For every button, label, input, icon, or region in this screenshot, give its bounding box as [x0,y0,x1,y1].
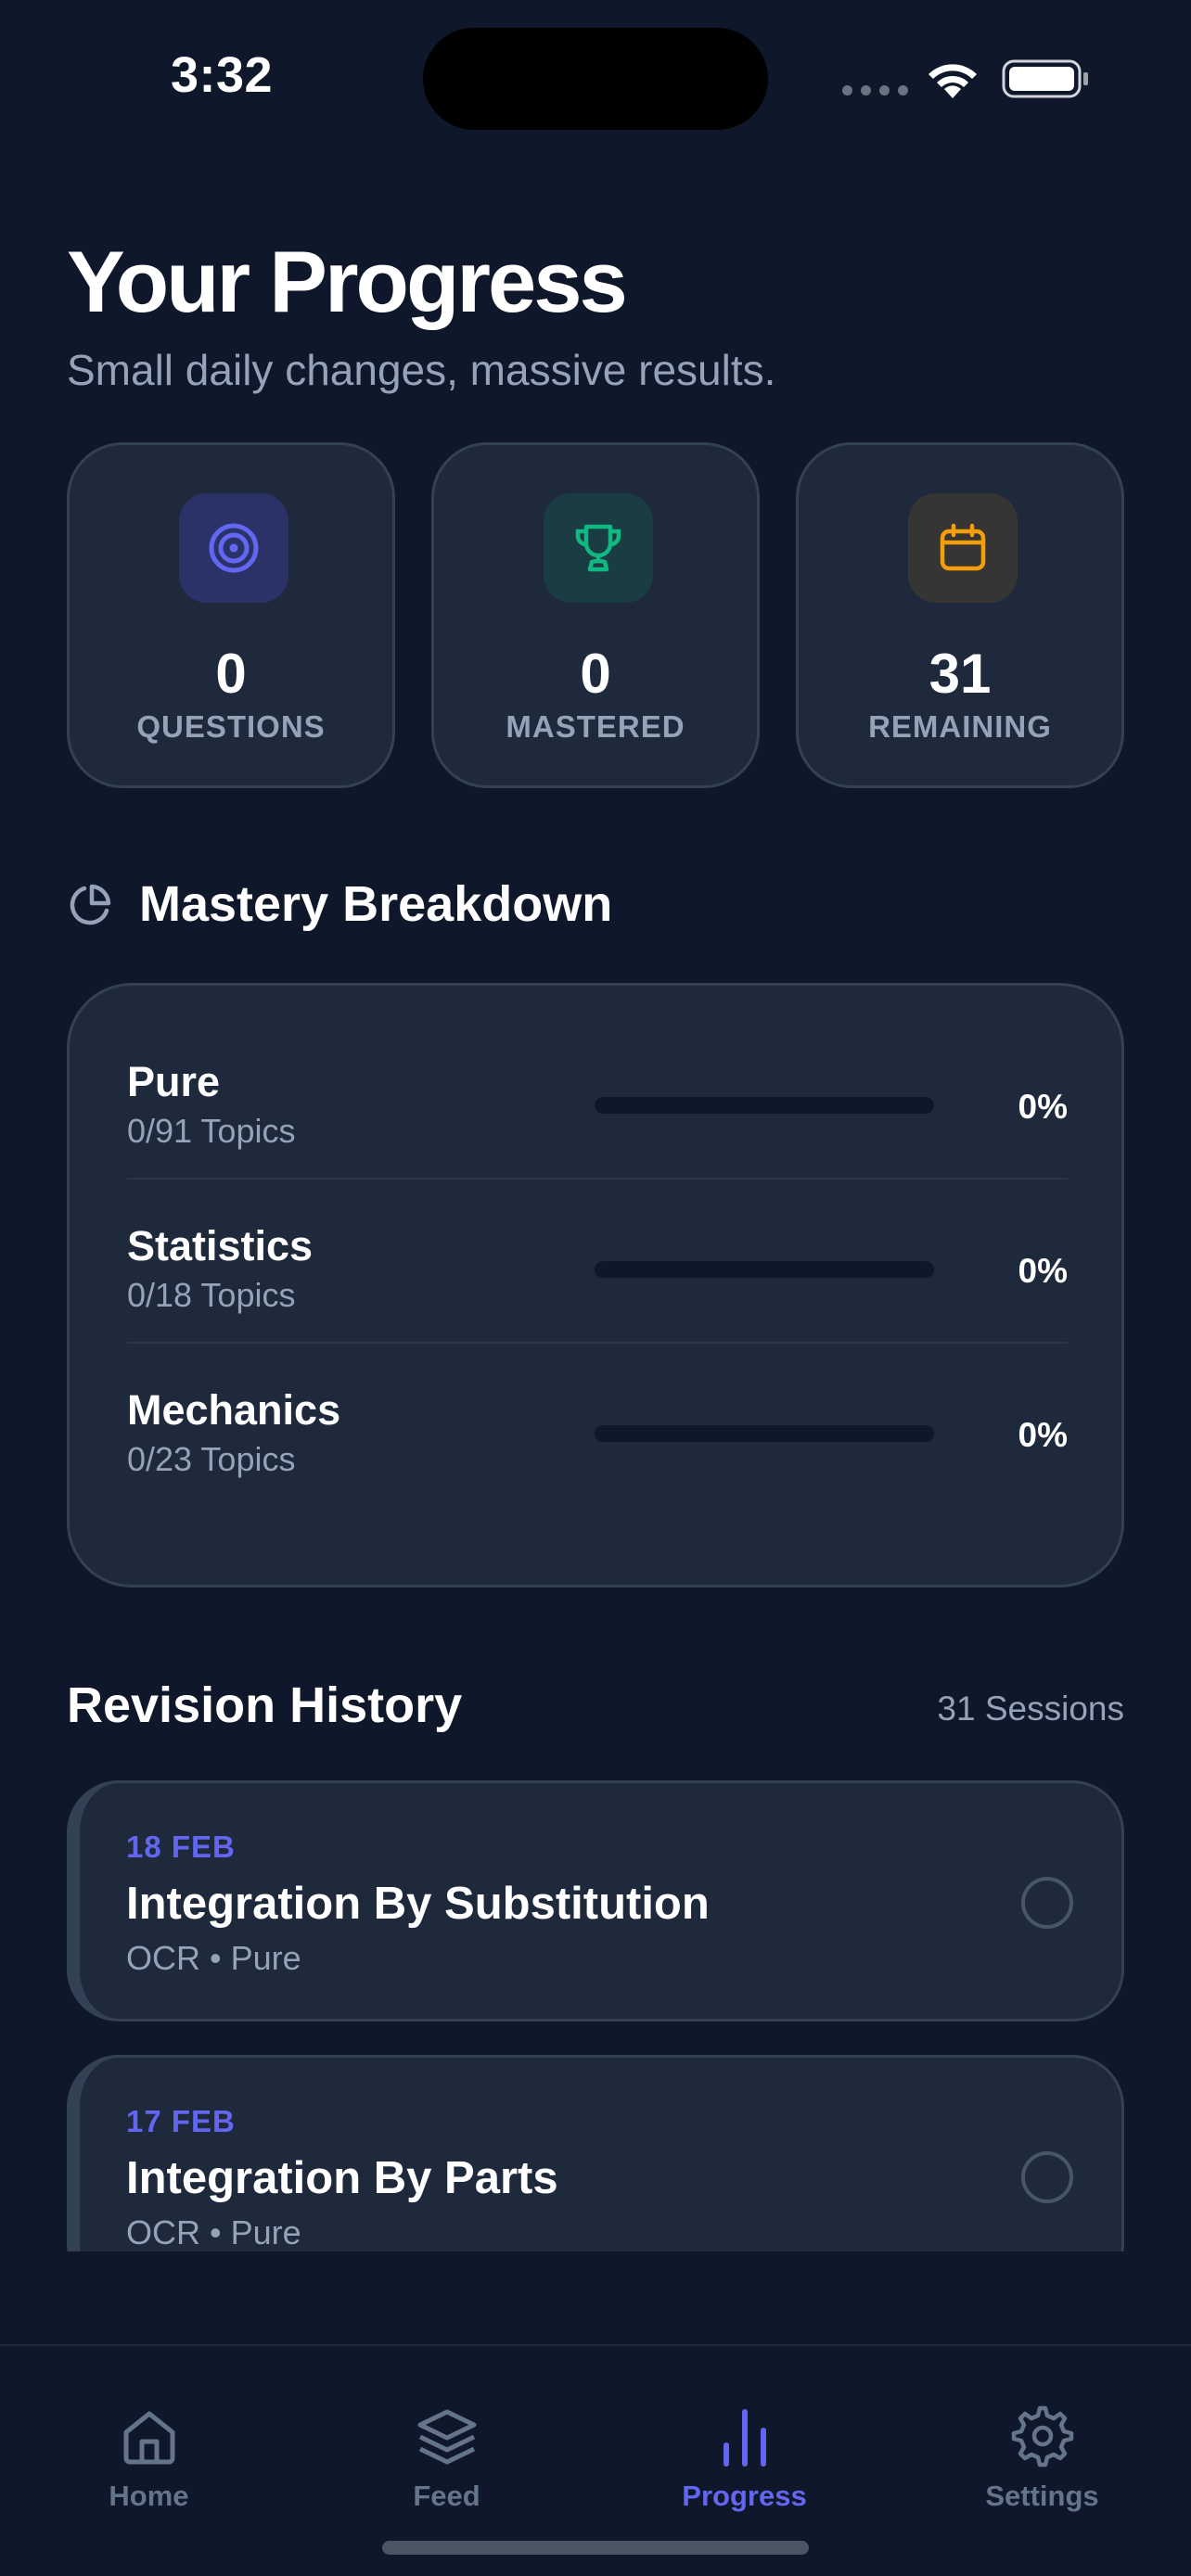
tab-feed[interactable]: Feed [298,2346,596,2531]
topics-count: 0/91 Topics [127,1112,296,1150]
session-complete-checkbox[interactable] [1021,1877,1073,1929]
stat-value: 0 [215,643,247,705]
session-card[interactable]: 17 FEB Integration By Parts OCR • Pure [67,2055,1124,2251]
mastery-section-header: Mastery Breakdown [67,875,612,933]
dynamic-island [423,28,768,130]
session-meta: OCR • Pure [126,2213,301,2251]
tab-label: Feed [413,2480,480,2512]
pie-chart-icon [70,884,111,925]
status-time: 3:32 [171,47,274,103]
tab-settings[interactable]: Settings [893,2346,1191,2531]
trophy-icon [544,493,653,603]
stat-label: REMAINING [868,709,1052,744]
tab-progress[interactable]: Progress [596,2346,893,2531]
calendar-icon [908,493,1018,603]
session-card[interactable]: 18 FEB Integration By Substitution OCR •… [67,1780,1124,2021]
stat-card-remaining: 31 REMAINING [796,442,1124,788]
mastery-row-statistics[interactable]: Statistics 0/18 Topics 0% [127,1180,1068,1344]
session-meta: OCR • Pure [126,1939,301,1977]
status-bar: 3:32 [0,0,1191,148]
subject-name: Pure [127,1058,221,1105]
session-complete-checkbox[interactable] [1021,2151,1073,2203]
stat-value: 0 [580,643,611,705]
home-indicator[interactable] [382,2541,809,2555]
progress-bar [595,1261,934,1278]
tab-label: Settings [985,2480,1099,2512]
stat-card-mastered: 0 MASTERED [431,442,760,788]
stat-value: 31 [928,643,992,705]
sessions-count: 31 Sessions [937,1690,1124,1728]
session-topic: Integration By Substitution [126,1879,710,1929]
session-topic: Integration By Parts [126,2153,558,2203]
history-title: Revision History [67,1677,463,1733]
mastery-row-mechanics[interactable]: Mechanics 0/23 Topics 0% [127,1344,1068,1508]
tab-home[interactable]: Home [0,2346,298,2531]
section-title: Mastery Breakdown [139,876,613,932]
tab-label: Home [109,2480,189,2512]
history-list[interactable]: 18 FEB Integration By Substitution OCR •… [67,1780,1124,2251]
subject-name: Mechanics [127,1386,341,1434]
bar-chart-icon [717,2402,773,2472]
stat-label: MASTERED [506,709,685,744]
layers-icon [415,2402,480,2472]
progress-bar [595,1425,934,1442]
mastery-row-pure[interactable]: Pure 0/91 Topics 0% [127,1015,1068,1180]
home-icon [119,2402,180,2472]
page-subtitle: Small daily changes, massive results. [67,346,776,394]
mastery-card: Pure 0/91 Topics 0% Statistics 0/18 Topi… [67,983,1124,1588]
cellular-signal-icon [842,85,908,96]
page-title: Your Progress [67,233,628,330]
session-date: 17 FEB [126,2104,236,2138]
session-date: 18 FEB [126,1830,236,1864]
tab-label: Progress [682,2480,807,2512]
stat-card-questions: 0 QUESTIONS [67,442,395,788]
gear-icon [1010,2402,1075,2472]
subject-name: Statistics [127,1222,314,1269]
wifi-icon [928,64,977,98]
progress-percent: 0% [1018,1252,1068,1290]
progress-bar [595,1097,934,1114]
battery-icon [1002,59,1088,98]
target-icon [179,493,288,603]
stat-label: QUESTIONS [136,709,326,744]
topics-count: 0/18 Topics [127,1276,296,1314]
progress-percent: 0% [1018,1416,1068,1454]
topics-count: 0/23 Topics [127,1440,296,1478]
progress-percent: 0% [1018,1088,1068,1126]
